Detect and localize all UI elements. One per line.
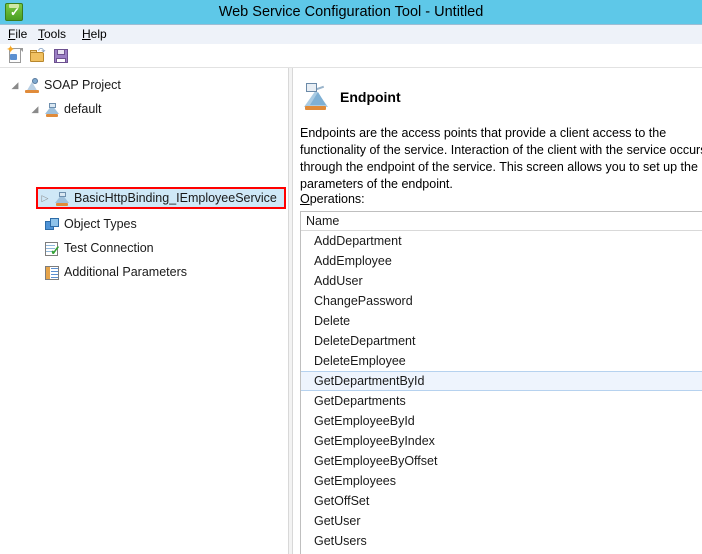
endpoint-icon-box bbox=[306, 83, 317, 92]
window-title: Web Service Configuration Tool - Untitle… bbox=[218, 4, 484, 20]
list-item[interactable]: AddEmployee bbox=[301, 251, 702, 271]
operations-label: Operations: bbox=[300, 192, 365, 206]
endpoint-binding-icon bbox=[54, 191, 70, 207]
operations-label-accesskey: O bbox=[300, 192, 310, 206]
menu-bar: File Tools Help bbox=[0, 25, 702, 44]
list-item[interactable]: DeleteEmployee bbox=[301, 351, 702, 371]
menu-item-help[interactable]: Help bbox=[78, 27, 111, 42]
menu-tools-rest: ools bbox=[44, 27, 67, 41]
save-icon[interactable] bbox=[52, 47, 70, 65]
tree-node-label: Additional Parameters bbox=[64, 265, 187, 279]
list-item[interactable]: GetDepartments bbox=[301, 391, 702, 411]
operations-list-body[interactable]: AddDepartment AddEmployee AddUser ChangePas… bbox=[301, 231, 702, 551]
project-icon-node bbox=[32, 78, 38, 84]
endpoint-binding-box bbox=[59, 192, 66, 197]
list-item[interactable]: Delete bbox=[301, 311, 702, 331]
save-shutter bbox=[57, 49, 65, 55]
operations-label-rest: perations: bbox=[309, 192, 365, 206]
list-item[interactable]: GetUsers bbox=[301, 531, 702, 551]
panel-splitter[interactable] bbox=[288, 68, 293, 554]
save-label-plate bbox=[56, 58, 66, 63]
title-bar: ✓ Web Service Configuration Tool - Untit… bbox=[0, 0, 702, 25]
endpoint-panel: Endpoint Endpoints are the access points… bbox=[294, 68, 702, 554]
menu-item-tools[interactable]: Tools bbox=[34, 27, 70, 42]
operations-list[interactable]: Name AddDepartment AddEmployee AddUser Chan… bbox=[300, 211, 702, 554]
endpoint-binding-base bbox=[56, 203, 68, 206]
additional-parameters-line bbox=[51, 268, 58, 269]
project-tree[interactable]: ◢ SOAP Project ◢ default ▷ BasicHttpBind… bbox=[0, 68, 288, 554]
additional-parameters-line bbox=[51, 277, 58, 278]
test-connection-icon: ✓ bbox=[44, 241, 61, 258]
page-title: Endpoint bbox=[340, 89, 401, 105]
object-types-square-front bbox=[50, 218, 59, 227]
object-types-icon bbox=[44, 217, 60, 233]
binding-group-icon bbox=[44, 102, 60, 118]
binding-group-box bbox=[49, 103, 56, 108]
binding-group-base bbox=[46, 114, 58, 117]
list-item[interactable]: GetEmployees bbox=[301, 471, 702, 491]
tree-node-label: BasicHttpBinding_IEmployeeService bbox=[74, 191, 277, 205]
new-document-icon[interactable]: ✦ bbox=[6, 44, 24, 65]
expander-icon[interactable]: ◢ bbox=[28, 99, 42, 120]
list-item[interactable]: GetEmployeeByIndex bbox=[301, 431, 702, 451]
list-item[interactable]: GetEmployeeByOffset bbox=[301, 451, 702, 471]
tree-node-label: Test Connection bbox=[64, 241, 154, 255]
additional-parameters-accent bbox=[46, 267, 50, 279]
panel-description: Endpoints are the access points that pro… bbox=[300, 126, 702, 191]
list-item[interactable]: GetEmployeeById bbox=[301, 411, 702, 431]
operations-list-header: Name bbox=[301, 212, 702, 231]
tree-node-label: SOAP Project bbox=[44, 78, 121, 92]
list-item[interactable]: GetDepartmentById bbox=[301, 371, 702, 391]
list-item[interactable]: AddUser bbox=[301, 271, 702, 291]
application-window: ✓ Web Service Configuration Tool - Untit… bbox=[0, 0, 702, 554]
expander-icon[interactable]: ◢ bbox=[8, 75, 22, 96]
list-item[interactable]: GetUser bbox=[301, 511, 702, 531]
tree-node-basichttpbinding-iemployeeservice[interactable]: ▷ BasicHttpBinding_IEmployeeService bbox=[38, 188, 284, 209]
open-folder-icon[interactable]: ↷ bbox=[29, 47, 47, 65]
additional-parameters-line bbox=[51, 271, 58, 272]
tree-node-label: default bbox=[64, 102, 102, 116]
additional-parameters-line bbox=[51, 274, 58, 275]
new-document-fold bbox=[19, 48, 23, 52]
list-item[interactable]: GetOffSet bbox=[301, 491, 702, 511]
list-item[interactable]: DeleteDepartment bbox=[301, 331, 702, 351]
project-icon-base bbox=[25, 90, 39, 93]
menu-help-rest: elp bbox=[90, 27, 107, 41]
tree-node-label: Object Types bbox=[64, 217, 137, 231]
menu-item-file[interactable]: File bbox=[4, 27, 31, 42]
list-item[interactable]: ChangePassword bbox=[301, 291, 702, 311]
toolbar: ✦ ↷ bbox=[0, 44, 702, 68]
expander-icon[interactable]: ▷ bbox=[38, 188, 52, 209]
test-connection-check: ✓ bbox=[50, 243, 61, 258]
column-header-name[interactable]: Name bbox=[306, 212, 339, 230]
new-document-sparkle: ✦ bbox=[6, 44, 16, 56]
endpoint-icon bbox=[300, 82, 332, 114]
endpoint-icon-base bbox=[305, 106, 326, 110]
list-item[interactable]: AddDepartment bbox=[301, 231, 702, 251]
open-folder-arrow: ↷ bbox=[38, 46, 46, 56]
menu-file-rest: ile bbox=[15, 27, 28, 41]
endpoint-icon-triangle-inner bbox=[310, 92, 326, 105]
additional-parameters-icon bbox=[44, 265, 60, 281]
menu-help-accesskey: H bbox=[82, 27, 91, 41]
project-icon bbox=[24, 78, 40, 94]
